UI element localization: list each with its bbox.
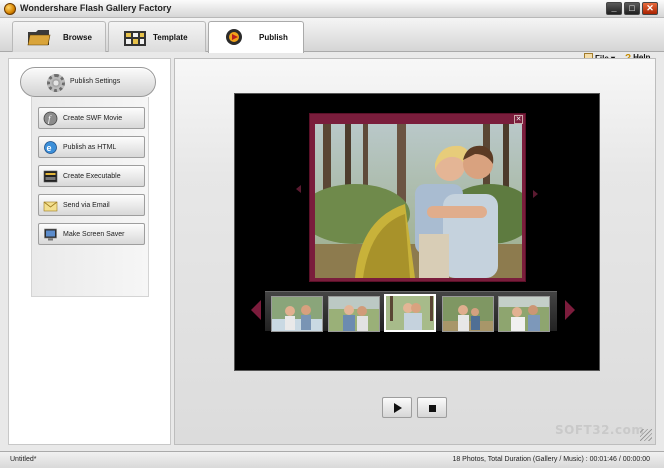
gallery-preview-panel: ✕ SOFT32.com bbox=[174, 58, 656, 445]
create-executable-label: Create Executable bbox=[63, 173, 121, 180]
tab-bar: Browse Template Publish File ▾ ?Help bbox=[0, 18, 664, 64]
window-controls: _ □ ✕ bbox=[606, 2, 660, 16]
couple-photo-image bbox=[315, 124, 522, 278]
next-thumbnails-arrow-icon[interactable] bbox=[565, 300, 575, 320]
create-executable-button[interactable]: Create Executable bbox=[38, 165, 145, 187]
tab-template-label: Template bbox=[153, 33, 188, 42]
executable-icon bbox=[43, 170, 58, 183]
thumbnail-2-image bbox=[329, 297, 379, 331]
create-swf-movie-button[interactable]: f Create SWF Movie bbox=[38, 107, 145, 129]
previous-photo-small-arrow-icon[interactable] bbox=[296, 185, 301, 193]
photo-frame: ✕ bbox=[309, 113, 526, 282]
main-photo bbox=[315, 124, 522, 278]
thumbnail-4-image bbox=[443, 297, 493, 331]
make-screen-saver-button[interactable]: Make Screen Saver bbox=[38, 223, 145, 245]
tab-browse-label: Browse bbox=[63, 33, 92, 42]
app-logo-icon bbox=[4, 3, 16, 15]
previous-thumbnails-arrow-icon[interactable] bbox=[251, 300, 261, 320]
thumbnail-5-image bbox=[499, 297, 549, 331]
photo-close-icon[interactable]: ✕ bbox=[514, 115, 523, 124]
gallery-summary-status: 18 Photos, Total Duration (Gallery / Mus… bbox=[452, 456, 650, 463]
send-via-email-label: Send via Email bbox=[63, 202, 110, 209]
thumbnail-strip bbox=[265, 291, 557, 332]
email-icon bbox=[43, 201, 58, 212]
tab-browse[interactable]: Browse bbox=[12, 21, 106, 52]
maximize-button[interactable]: □ bbox=[624, 2, 640, 15]
watermark-text: SOFT32.com bbox=[555, 423, 645, 437]
publish-settings-panel: Publish Settings f Create SWF Movie e Pu… bbox=[8, 58, 171, 445]
gallery-stage: ✕ bbox=[234, 93, 600, 371]
next-photo-small-arrow-icon[interactable] bbox=[533, 190, 538, 198]
tab-publish[interactable]: Publish bbox=[208, 21, 304, 53]
close-button[interactable]: ✕ bbox=[642, 2, 658, 15]
publish-as-html-button[interactable]: e Publish as HTML bbox=[38, 136, 145, 158]
make-screen-saver-label: Make Screen Saver bbox=[63, 231, 125, 238]
tab-publish-label: Publish bbox=[259, 33, 288, 42]
stop-button[interactable] bbox=[417, 397, 447, 418]
thumbnail-4[interactable] bbox=[442, 296, 494, 332]
thumbnail-2[interactable] bbox=[328, 296, 380, 332]
resize-grip-icon[interactable] bbox=[640, 429, 652, 441]
thumbnail-1[interactable] bbox=[271, 296, 323, 332]
swf-icon: f bbox=[43, 111, 58, 126]
project-name-status: Untitled* bbox=[10, 456, 37, 463]
folder-icon bbox=[27, 30, 51, 46]
thumbnail-5[interactable] bbox=[498, 296, 550, 332]
template-icon bbox=[124, 31, 146, 46]
thumbnail-1-image bbox=[272, 297, 322, 331]
publish-settings-label: Publish Settings bbox=[70, 78, 121, 85]
stop-icon bbox=[429, 405, 436, 412]
screen-saver-icon bbox=[44, 228, 57, 241]
html-globe-icon: e bbox=[44, 141, 57, 154]
send-via-email-button[interactable]: Send via Email bbox=[38, 194, 145, 216]
status-bar: Untitled* 18 Photos, Total Duration (Gal… bbox=[0, 451, 664, 468]
play-icon bbox=[394, 403, 402, 413]
svg-text:e: e bbox=[47, 143, 52, 153]
play-button[interactable] bbox=[382, 397, 412, 418]
tab-template[interactable]: Template bbox=[108, 21, 206, 52]
title-bar: Wondershare Flash Gallery Factory _ □ ✕ bbox=[0, 0, 664, 18]
minimize-button[interactable]: _ bbox=[606, 2, 622, 15]
publish-settings-button[interactable]: Publish Settings bbox=[20, 67, 156, 97]
publish-as-html-label: Publish as HTML bbox=[63, 144, 117, 151]
create-swf-movie-label: Create SWF Movie bbox=[63, 115, 123, 122]
gear-icon bbox=[47, 74, 65, 92]
publish-icon bbox=[226, 29, 242, 45]
window-title: Wondershare Flash Gallery Factory bbox=[20, 3, 172, 13]
thumbnail-3-selected[interactable] bbox=[384, 294, 436, 332]
thumbnail-3-image bbox=[386, 296, 434, 330]
